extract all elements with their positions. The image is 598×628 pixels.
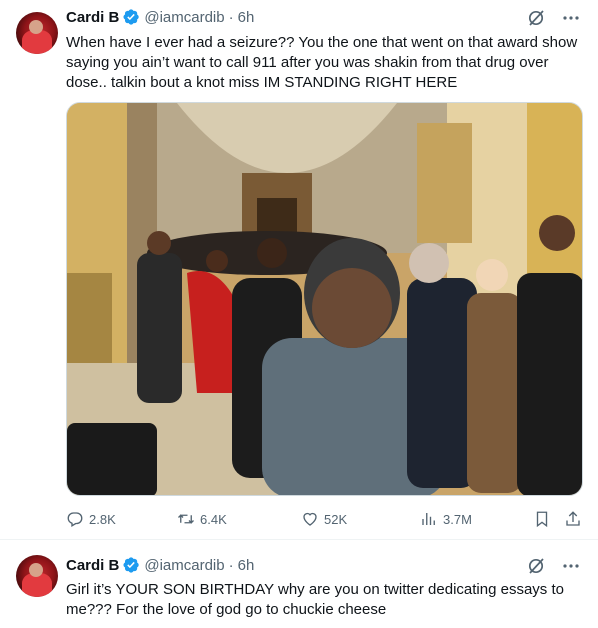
repost-icon bbox=[177, 510, 195, 528]
avatar[interactable] bbox=[16, 12, 58, 54]
reply-count: 2.8K bbox=[89, 511, 116, 527]
share-icon bbox=[564, 510, 582, 528]
separator-dot: · bbox=[228, 8, 234, 26]
repost-button[interactable]: 6.4K bbox=[177, 510, 227, 528]
bookmark-icon bbox=[533, 510, 551, 528]
reply-button[interactable]: 2.8K bbox=[66, 510, 116, 528]
more-horizontal-icon[interactable] bbox=[562, 557, 580, 575]
reply-icon bbox=[66, 510, 84, 528]
more-horizontal-icon[interactable] bbox=[562, 9, 580, 27]
bookmark-button[interactable] bbox=[533, 510, 551, 528]
display-name[interactable]: Cardi B bbox=[66, 557, 119, 574]
views-button[interactable]: 3.7M bbox=[420, 510, 472, 528]
tweet-action-bar: 2.8K 6.4K 52K 3.7M bbox=[66, 510, 586, 530]
separator-dot: · bbox=[228, 556, 234, 574]
tweet[interactable]: Cardi B @iamcardib · 6h When have I ever… bbox=[0, 0, 598, 540]
timestamp[interactable]: 6h bbox=[238, 9, 255, 26]
heart-icon bbox=[301, 510, 319, 528]
tweet-top-actions bbox=[526, 556, 580, 576]
like-button[interactable]: 52K bbox=[301, 510, 347, 528]
tweet-top-actions bbox=[526, 8, 580, 28]
repost-count: 6.4K bbox=[200, 511, 227, 527]
verified-badge-icon bbox=[122, 8, 140, 26]
tweet-header: Cardi B @iamcardib · 6h bbox=[66, 556, 254, 574]
tweet-header: Cardi B @iamcardib · 6h bbox=[66, 8, 254, 26]
tweet-photo[interactable] bbox=[66, 102, 583, 496]
grok-slash-icon[interactable] bbox=[526, 556, 546, 576]
like-count: 52K bbox=[324, 511, 348, 527]
avatar[interactable] bbox=[16, 555, 58, 597]
display-name[interactable]: Cardi B bbox=[66, 9, 119, 26]
handle[interactable]: @iamcardib bbox=[144, 557, 224, 574]
handle[interactable]: @iamcardib bbox=[144, 9, 224, 26]
timestamp[interactable]: 6h bbox=[238, 557, 255, 574]
tweet-text: Girl it’s YOUR SON BIRTHDAY why are you … bbox=[66, 581, 564, 618]
grok-slash-icon[interactable] bbox=[526, 8, 546, 28]
tweet[interactable]: Cardi B @iamcardib · 6h Girl it’s YOUR S… bbox=[0, 541, 598, 628]
views-count: 3.7M bbox=[443, 511, 472, 527]
verified-badge-icon bbox=[122, 556, 140, 574]
share-button[interactable] bbox=[564, 510, 582, 528]
views-bar-icon bbox=[420, 510, 438, 528]
tweet-text: When have I ever had a seizure?? You the… bbox=[66, 34, 578, 91]
